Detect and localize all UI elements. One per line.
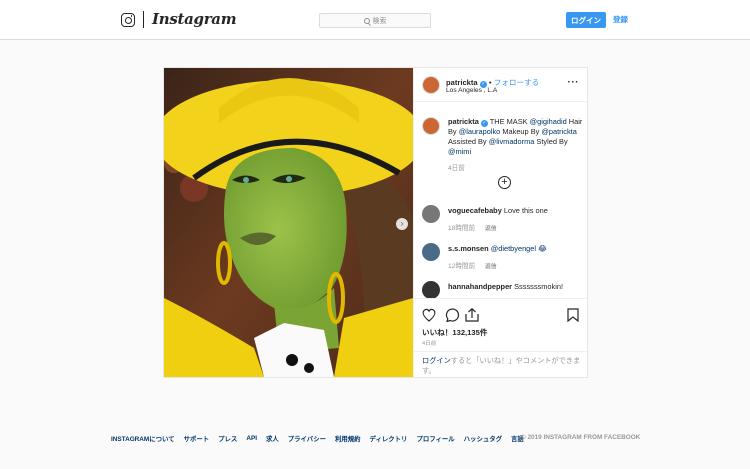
comment-text: voguecafebaby Love this one [448, 206, 588, 216]
post-actions: いいね！132,135件 4日前 ログインすると「いいね！」やコメントができます… [414, 298, 589, 377]
commenter-username[interactable]: s.s.monsen [448, 244, 489, 253]
share-icon[interactable] [465, 307, 479, 322]
like-count[interactable]: いいね！132,135件 [422, 327, 487, 338]
search-input[interactable]: 検索 [319, 13, 431, 28]
footer-link-api[interactable]: API [246, 435, 257, 442]
footer-link-profiles[interactable]: プロフィール [416, 434, 454, 443]
comment-body: Love this one [503, 206, 548, 215]
comment-time[interactable]: 12時間前 [448, 263, 475, 270]
footer-link-hashtags[interactable]: ハッシュタグ [464, 434, 502, 443]
footer-link-support[interactable]: サポート [184, 434, 210, 443]
comment-text: hannahandpepper Sssssssmokin! [448, 282, 588, 292]
load-more-comments-icon[interactable]: + [498, 176, 511, 189]
comment-body: @dietbyengel 😂 [490, 244, 547, 253]
comment-icon[interactable] [445, 308, 460, 323]
commenter-username[interactable]: voguecafebaby [448, 206, 502, 215]
footer-link-terms[interactable]: 利用規約 [335, 434, 361, 443]
footer-link-about[interactable]: INSTAGRAMについて [111, 434, 175, 443]
heart-icon[interactable] [422, 308, 436, 322]
reply-button[interactable]: 返信 [485, 264, 497, 270]
verified-badge-icon: ✓ [480, 120, 488, 127]
caption-time[interactable]: 4日前 [448, 162, 465, 172]
caption-mention[interactable]: @mimi [448, 147, 471, 156]
commenter-avatar[interactable] [422, 205, 440, 223]
caption-mention[interactable]: @gigihadid [530, 117, 567, 126]
top-navbar: Instagram 検索 ログイン 登録 [0, 0, 750, 40]
caption-part: Makeup By [502, 127, 540, 136]
instagram-camera-icon[interactable] [121, 13, 135, 27]
caption-text: patrickta ✓ THE MASK @gigihadid Hair By … [448, 117, 588, 157]
caption-mention[interactable]: @livmadorma [489, 137, 535, 146]
post-photo-illustration [164, 68, 413, 377]
logo-divider [143, 11, 144, 28]
search-placeholder: 検索 [372, 17, 387, 25]
author-username[interactable]: patrickta [446, 78, 478, 87]
caption-username[interactable]: patrickta [448, 117, 479, 126]
caption-mention[interactable]: @patrickta [541, 127, 576, 136]
login-button[interactable]: ログイン [566, 12, 606, 28]
instagram-wordmark[interactable]: Instagram [152, 10, 237, 28]
search-icon [363, 17, 370, 24]
post-header: patrickta ✓ • フォローする Los Angeles , L.A ·… [414, 68, 589, 102]
commenter-avatar[interactable] [422, 243, 440, 261]
comment-text: s.s.monsen @dietbyengel 😂 [448, 244, 588, 254]
caption-mention[interactable]: @laurapolko [459, 127, 501, 136]
caption-part: THE MASK [489, 117, 528, 126]
follow-button[interactable]: フォローする [494, 78, 540, 87]
caption-avatar[interactable] [422, 117, 440, 135]
post-sidebar: patrickta ✓ • フォローする Los Angeles , L.A ·… [413, 68, 589, 377]
comment-time[interactable]: 18時間前 [448, 225, 475, 232]
post-date[interactable]: 4日前 [422, 339, 436, 347]
footer-link-directory[interactable]: ディレクトリ [370, 434, 408, 443]
post-photo[interactable]: › [164, 68, 413, 377]
signup-link[interactable]: 登録 [613, 14, 628, 25]
bookmark-icon[interactable] [567, 308, 579, 323]
footer-link-press[interactable]: プレス [218, 434, 237, 443]
footer-link-privacy[interactable]: プライバシー [288, 434, 326, 443]
post-card: › patrickta ✓ • フォローする Los Angeles , L.A… [163, 67, 589, 378]
post-location[interactable]: Los Angeles , L.A [446, 87, 497, 94]
login-prompt: ログインすると「いいね！」やコメントができます。 [414, 351, 589, 378]
author-avatar[interactable] [422, 76, 440, 94]
caption-part: Assisted By [448, 137, 487, 146]
footer-link-jobs[interactable]: 求人 [266, 434, 279, 443]
more-options-icon[interactable]: ··· [568, 78, 580, 88]
reply-button[interactable]: 返信 [485, 226, 497, 232]
comment-meta: 12時間前 返信 [448, 260, 497, 270]
action-icons [422, 307, 582, 323]
comment-body: Sssssssmokin! [514, 282, 563, 291]
login-prompt-link[interactable]: ログイン [422, 356, 451, 365]
commenter-avatar[interactable] [422, 281, 440, 299]
commenter-username[interactable]: hannahandpepper [448, 282, 512, 291]
next-image-chevron-icon[interactable]: › [396, 218, 408, 230]
bullet-separator: • [488, 78, 492, 87]
caption-part: Styled By [536, 137, 568, 146]
copyright: © 2019 INSTAGRAM FROM FACEBOOK [521, 434, 641, 441]
comment-meta: 18時間前 返信 [448, 222, 497, 232]
